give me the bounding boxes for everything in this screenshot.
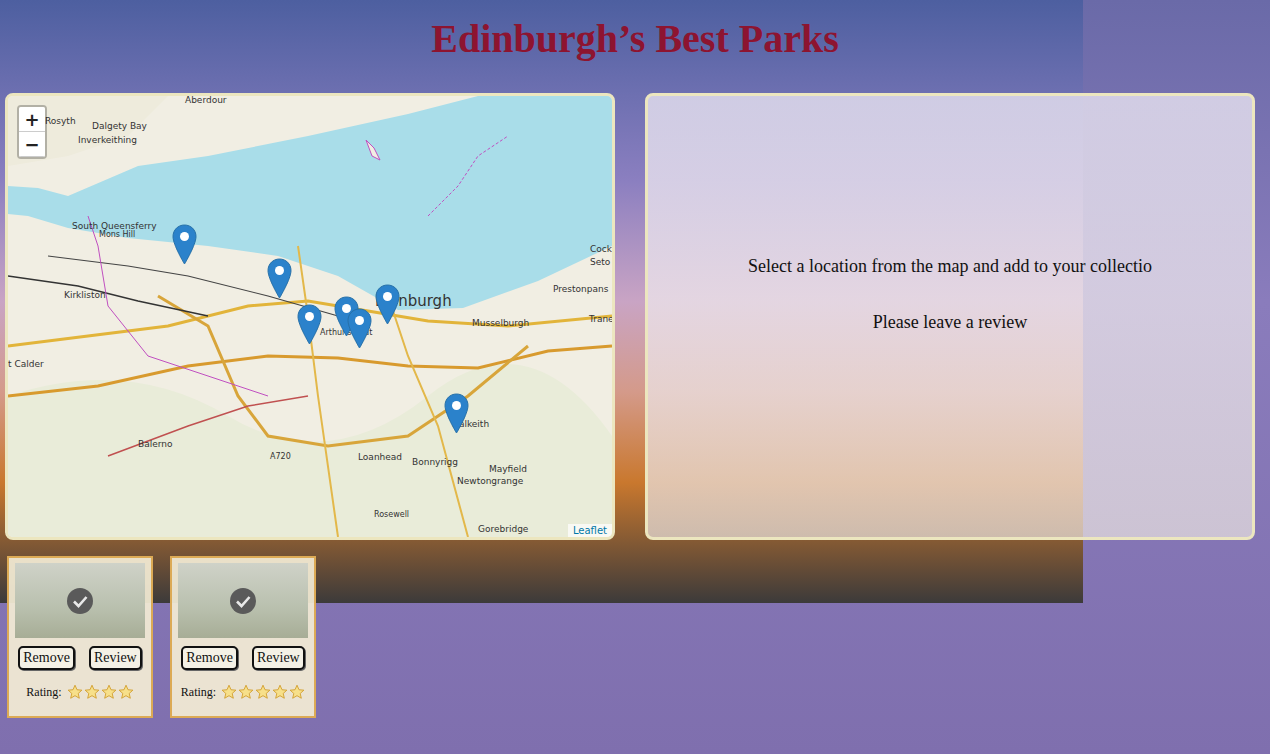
star-icon[interactable] [289, 684, 305, 700]
rating-label: Rating: [181, 685, 216, 700]
collection-card: Remove Review Rating: [170, 556, 316, 718]
map-pin-icon[interactable] [172, 224, 197, 265]
map-label: Trane [589, 315, 614, 324]
star-icon[interactable] [255, 684, 271, 700]
star-icon[interactable] [84, 684, 100, 700]
map-label: Aberdour [185, 96, 227, 105]
info-text: Select a location from the map and add t… [748, 256, 1152, 277]
check-icon [230, 588, 256, 614]
map[interactable]: Aberdour Rosyth Dalgety Bay Inverkeithing So… [5, 93, 615, 540]
map-label: Musselburgh [472, 319, 529, 328]
collection-card: Remove Review Rating: [7, 556, 153, 718]
main-row: Aberdour Rosyth Dalgety Bay Inverkeithing So… [0, 93, 1270, 540]
check-icon [67, 588, 93, 614]
map-label: Dalgety Bay [92, 122, 147, 131]
map-pin-icon[interactable] [444, 393, 469, 434]
map-label: Balerno [138, 440, 172, 449]
park-photo [15, 563, 145, 638]
map-label: Seto [590, 258, 610, 267]
park-photo [178, 563, 308, 638]
rating: Rating: [26, 684, 133, 700]
rating-label: Rating: [26, 685, 61, 700]
page: Edinburgh’s Best Parks Aberdour Rosyth Dalg… [0, 0, 1270, 754]
stars[interactable] [67, 684, 134, 700]
stars[interactable] [221, 684, 305, 700]
star-icon[interactable] [221, 684, 237, 700]
map-label: Rosyth [45, 117, 76, 126]
card-buttons: Remove Review [181, 646, 304, 670]
map-label: South Queensferry [72, 222, 157, 231]
page-title: Edinburgh’s Best Parks [431, 16, 839, 62]
map-label: Mons Hill [99, 231, 135, 239]
map-pin-icon[interactable] [267, 258, 292, 299]
map-label: Loanhead [358, 453, 402, 462]
map-label: Newtongrange [457, 477, 523, 486]
star-icon[interactable] [101, 684, 117, 700]
map-label: Prestonpans [553, 285, 608, 294]
map-label: Bonnyrigg [412, 458, 458, 467]
map-pin-icon[interactable] [375, 284, 400, 325]
star-icon[interactable] [118, 684, 134, 700]
map-label: A720 [270, 453, 291, 461]
info-text: Please leave a review [873, 312, 1027, 333]
star-icon[interactable] [238, 684, 254, 700]
info-panel: Select a location from the map and add t… [645, 93, 1255, 540]
zoom-out-button[interactable]: − [19, 132, 45, 157]
rating: Rating: [181, 684, 305, 700]
map-pin-icon[interactable] [297, 304, 322, 345]
map-label: Gorebridge [478, 525, 528, 534]
map-label: Kirkliston [64, 291, 106, 300]
card-button[interactable]: Remove [18, 646, 75, 670]
map-attribution[interactable]: Leaflet [568, 524, 612, 537]
zoom-control: +− [17, 105, 47, 159]
map-label: Mayfield [489, 465, 527, 474]
header: Edinburgh’s Best Parks [0, 0, 1270, 93]
zoom-in-button[interactable]: + [19, 107, 45, 132]
map-pin-icon[interactable] [347, 308, 372, 349]
star-icon[interactable] [272, 684, 288, 700]
map-label: t Calder [8, 360, 44, 369]
card-buttons: Remove Review [18, 646, 141, 670]
star-icon[interactable] [67, 684, 83, 700]
card-button[interactable]: Remove [181, 646, 238, 670]
map-label: Inverkeithing [78, 136, 137, 145]
map-label: Cock [590, 245, 612, 254]
collection: Remove Review Rating: Remove Review Rating: [0, 540, 1270, 718]
card-button[interactable]: Review [89, 646, 142, 670]
map-label: Rosewell [374, 511, 409, 519]
card-button[interactable]: Review [252, 646, 305, 670]
